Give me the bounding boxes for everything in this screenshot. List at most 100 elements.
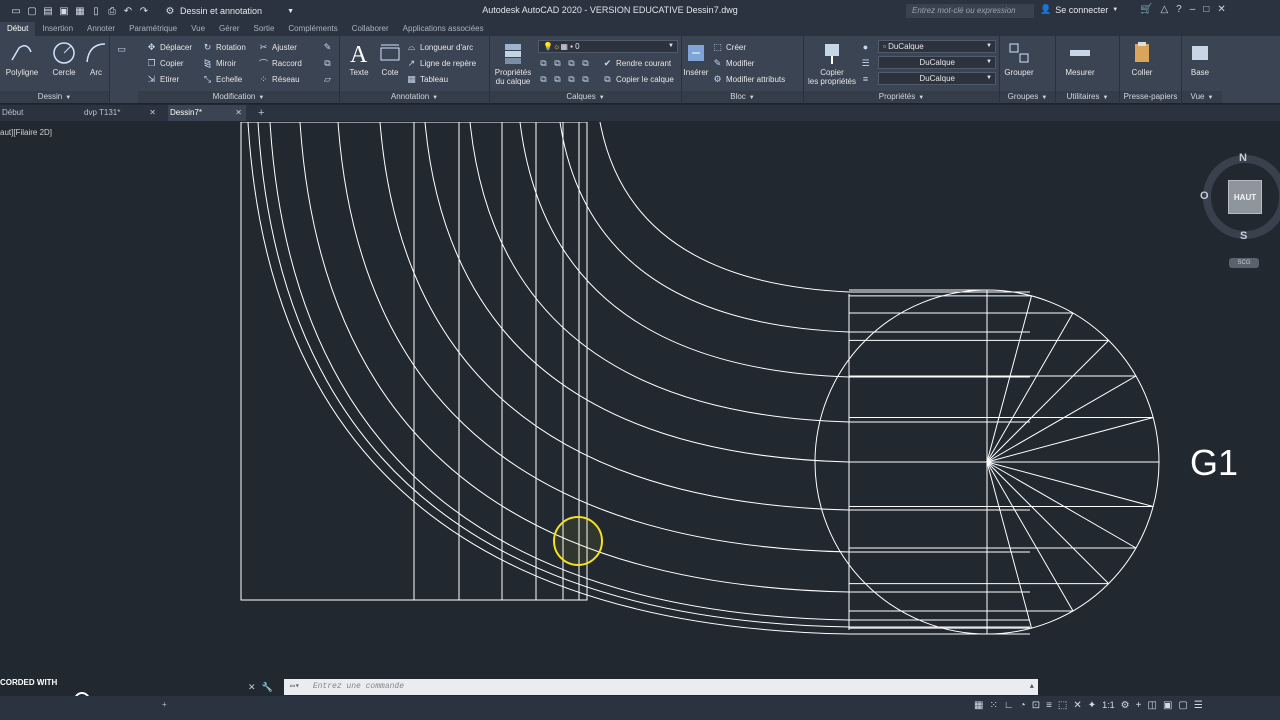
array-tool[interactable]: ⁘ Réseau [258,72,300,86]
move-tool[interactable]: ✥ Déplacer [146,40,192,54]
file-tab-dvp[interactable]: dvp T131* ✕ [82,105,160,121]
drawing-area[interactable]: aut][Filaire 2D] G1 N S O HAUT SCG [0,122,1280,690]
selection-cycling-icon[interactable]: ⬚ [1058,700,1067,711]
explode-icon[interactable]: ⧉ [322,56,333,70]
rectangle-icon[interactable]: ▭ [116,42,127,56]
undo-icon[interactable]: ↶ [122,5,134,17]
panel-title-vue[interactable]: Vue ▼ [1182,91,1222,103]
measure-tool[interactable]: Mesurer [1060,40,1100,77]
mirror-tool[interactable]: ⧎ Miroir [202,56,236,70]
tab-sortie[interactable]: Sortie [247,22,282,36]
autoscale-icon[interactable]: ✦ [1088,700,1096,711]
panel-title-modification[interactable]: Modification ▼ [138,91,339,103]
paste-tool[interactable]: Coller [1122,40,1162,77]
fillet-tool[interactable]: ⌒ Raccord [258,56,302,70]
panel-title-proprietes[interactable]: Propriétés ▼ [804,91,999,103]
clean-screen-icon[interactable]: ▢ [1178,700,1187,711]
ucs-menu-button[interactable]: SCG [1229,258,1259,268]
isolate-icon[interactable]: ◫ [1147,700,1156,711]
close-tab-icon[interactable]: ✕ [149,105,156,121]
file-tab-debut[interactable]: Début [0,105,80,121]
insert-tool[interactable]: Insérer [682,40,710,77]
grid-icon[interactable]: ▦ [974,700,983,711]
tab-parametrique[interactable]: Paramétrique [122,22,184,36]
offset-icon[interactable]: ▱ [322,72,333,86]
new-tab-button[interactable]: + [256,105,270,121]
tab-applications-associees[interactable]: Applications associées [396,22,491,36]
command-input[interactable]: ▭▾ Entrez une commande ▲ [284,679,1038,695]
trim-tool[interactable]: ✂ Ajuster [258,40,297,54]
scale-tool[interactable]: ⤡ Echelle [202,72,242,86]
workspace-switcher[interactable]: ⚙ Dessin et annotation ▼ [164,5,294,17]
workspace-gear-icon[interactable]: ⚙ [1121,700,1130,711]
chevron-up-icon[interactable]: ▲ [1030,679,1034,695]
plus-icon[interactable]: + [1136,700,1142,711]
viewcube[interactable]: N S O HAUT SCG [1200,152,1280,272]
base-view-tool[interactable]: Base [1182,40,1218,77]
layer-properties-tool[interactable]: Propriétés du calque [490,40,536,86]
match-properties-tool[interactable]: Copier les propriétés [804,40,860,86]
panel-title-calques[interactable]: Calques ▼ [490,91,681,103]
rotate-tool[interactable]: ↻ Rotation [202,40,246,54]
osnap-icon[interactable]: ⊡ [1032,700,1040,711]
panel-title-bloc[interactable]: Bloc ▼ [682,91,803,103]
polyline-tool[interactable]: Polyligne [2,40,42,77]
create-block-tool[interactable]: ⬚ Créer [712,40,746,54]
panel-title-dessin[interactable]: Dessin ▼ [0,91,109,103]
save-as-icon[interactable]: ▦ [74,5,86,17]
close-tab-icon[interactable]: ✕ [235,105,242,121]
lineweight-dropdown[interactable]: DuCalque ▼ [878,56,996,69]
close-icon[interactable]: ✕ [248,682,256,693]
sign-in-button[interactable]: 👤 Se connecter ▼ [1040,4,1118,15]
wrench-icon[interactable]: 🔧 [262,682,273,693]
polar-icon[interactable]: ◔ [1020,700,1026,711]
layer-icons-row-1[interactable]: ⧉ ⧉ ⧉ ⧉ [538,56,591,70]
make-current-tool[interactable]: ✔ Rendre courant [602,56,671,70]
viewcube-west[interactable]: O [1200,190,1209,202]
arc-tool[interactable]: Arc [76,40,116,77]
linetype-dropdown[interactable]: DuCalque ▼ [878,72,996,85]
tab-vue[interactable]: Vue [184,22,212,36]
tab-gerer[interactable]: Gérer [212,22,246,36]
snap-icon[interactable]: ⁙ [989,700,997,711]
group-tool[interactable]: Grouper [1000,40,1038,77]
viewcube-north[interactable]: N [1239,152,1247,164]
panel-title-groupes[interactable]: Groupes ▼ [1000,91,1055,103]
ortho-icon[interactable]: ∟ [1004,700,1014,711]
dimension-tool[interactable]: Cote [372,40,408,77]
hardware-accel-icon[interactable]: ▣ [1163,700,1172,711]
arc-length-tool[interactable]: ⌓ Longueur d'arc [406,40,473,54]
file-tab-dessin7[interactable]: Dessin7* ✕ [168,105,246,121]
tab-debut[interactable]: Début [0,22,36,36]
maximize-icon[interactable]: □ [1203,4,1209,15]
annotation-scale[interactable]: 1:1 [1102,700,1115,711]
new-file-icon[interactable]: ▢ [26,5,38,17]
leader-tool[interactable]: ↗ Ligne de repère [406,56,476,70]
layout-tab-add[interactable]: + [162,700,167,709]
edit-block-tool[interactable]: ✎ Modifier [712,56,755,70]
tab-insertion[interactable]: Insertion [35,22,80,36]
panel-title-annotation[interactable]: Annotation ▼ [340,91,489,103]
help-icon[interactable]: ? [1176,4,1182,15]
search-input[interactable]: Entrez mot-clé ou expression [906,4,1034,18]
tab-collaborer[interactable]: Collaborer [345,22,396,36]
print-icon[interactable]: ⎙ [106,5,118,17]
app-menu-icon[interactable]: ▭ [10,5,22,17]
save-icon[interactable]: ▣ [58,5,70,17]
copy-tool[interactable]: ❐ Copier [146,56,183,70]
redo-icon[interactable]: ↷ [138,5,150,17]
exchange-icon[interactable]: △ [1160,4,1168,15]
copy-layer-tool[interactable]: ⧉ Copier le calque [602,72,674,86]
panel-title-presse-papiers[interactable]: Presse-papiers [1120,91,1181,103]
web-mobile-icon[interactable]: ▯ [90,5,102,17]
tab-annoter[interactable]: Annoter [80,22,122,36]
viewcube-south[interactable]: S [1240,230,1247,242]
annotation-visibility-icon[interactable]: ✕ [1073,700,1081,711]
viewcube-top-face[interactable]: HAUT [1228,180,1262,214]
table-tool[interactable]: ▦ Tableau [406,72,448,86]
edit-attributes-tool[interactable]: ⚙ Modifier attributs [712,72,785,86]
lineweight-toggle-icon[interactable]: ≡ [1046,700,1052,711]
close-icon[interactable]: ✕ [1217,4,1225,15]
open-folder-icon[interactable]: ▤ [42,5,54,17]
customization-icon[interactable]: ☰ [1194,700,1203,711]
